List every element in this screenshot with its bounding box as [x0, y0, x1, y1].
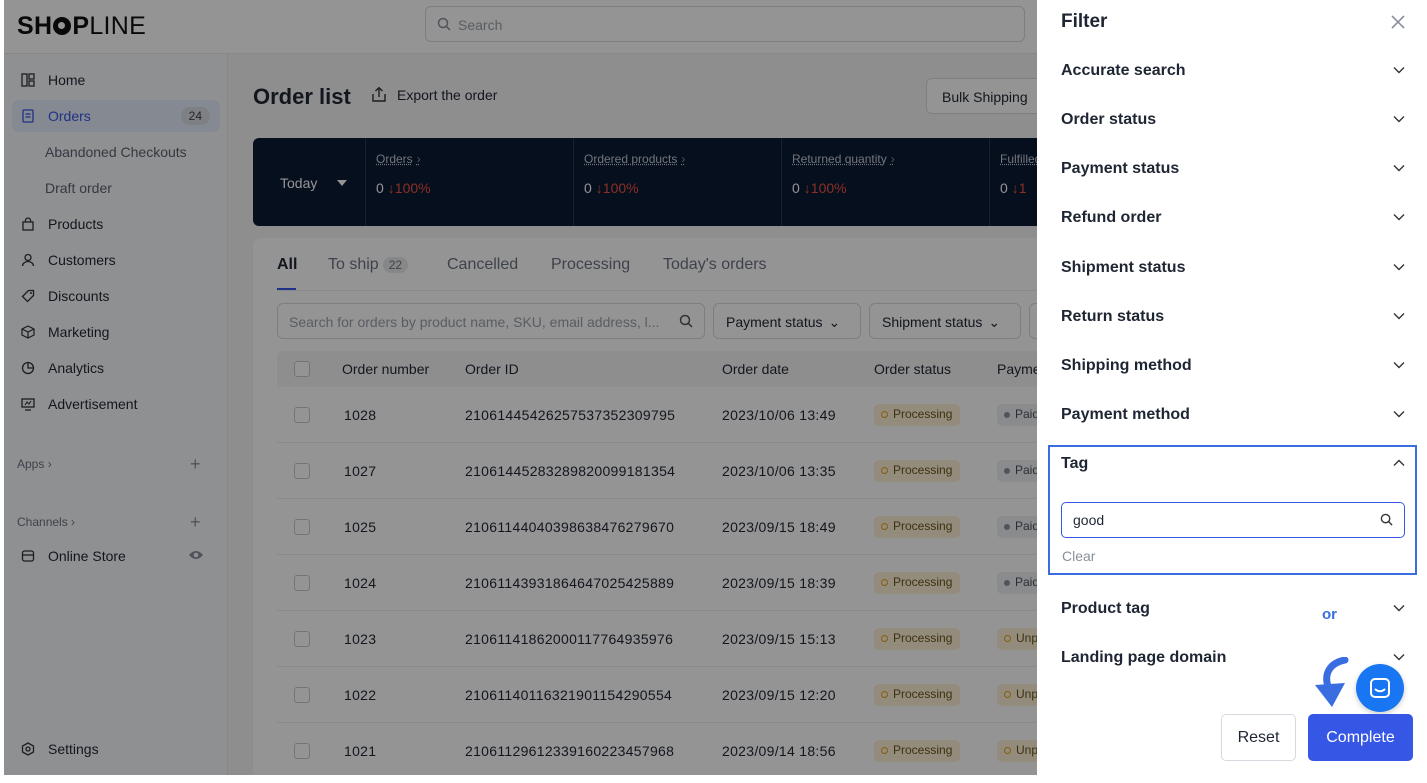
filter-section-shipment-status[interactable]: Shipment status	[1061, 259, 1405, 283]
chevron-down-icon	[1393, 264, 1405, 271]
chat-icon	[1370, 678, 1390, 698]
filter-section-tag[interactable]: Tag	[1061, 455, 1405, 479]
filter-panel: Filter Accurate search Order status Paym…	[1037, 0, 1423, 775]
chevron-down-icon	[1393, 605, 1405, 612]
chevron-down-icon	[1393, 67, 1405, 74]
reset-button[interactable]: Reset	[1221, 714, 1296, 761]
chat-support-button[interactable]	[1356, 664, 1404, 712]
close-icon[interactable]	[1391, 15, 1405, 29]
tag-input-value: good	[1073, 512, 1105, 528]
clear-tag-link[interactable]: Clear	[1062, 548, 1095, 564]
filter-section-refund-order[interactable]: Refund order	[1061, 209, 1405, 233]
chevron-down-icon	[1393, 362, 1405, 369]
filter-section-shipping-method[interactable]: Shipping method	[1061, 357, 1405, 381]
curved-arrow-icon	[1315, 657, 1349, 707]
tag-search-input[interactable]: good	[1061, 502, 1405, 538]
filter-section-accurate-search[interactable]: Accurate search	[1061, 62, 1405, 86]
app-window: SH PLINE Search Home Orders 24 Abandoned …	[4, 0, 1423, 775]
modal-overlay[interactable]	[4, 0, 1037, 775]
chevron-down-icon	[1393, 165, 1405, 172]
filter-section-order-status[interactable]: Order status	[1061, 111, 1405, 135]
chevron-down-icon	[1393, 654, 1405, 661]
filter-panel-title: Filter	[1061, 11, 1108, 32]
chevron-up-icon	[1393, 459, 1405, 466]
chevron-down-icon	[1393, 214, 1405, 221]
filter-section-return-status[interactable]: Return status	[1061, 308, 1405, 332]
filter-section-payment-method[interactable]: Payment method	[1061, 406, 1405, 430]
chevron-down-icon	[1393, 411, 1405, 418]
search-icon	[1380, 513, 1393, 526]
chevron-down-icon	[1393, 313, 1405, 320]
chevron-down-icon	[1393, 116, 1405, 123]
filter-section-landing-page-domain[interactable]: Landing page domain	[1061, 649, 1405, 673]
complete-button[interactable]: Complete	[1308, 714, 1413, 761]
filter-section-payment-status[interactable]: Payment status	[1061, 160, 1405, 184]
or-annotation: or	[1322, 606, 1337, 623]
filter-section-product-tag[interactable]: Product tag	[1061, 600, 1405, 624]
